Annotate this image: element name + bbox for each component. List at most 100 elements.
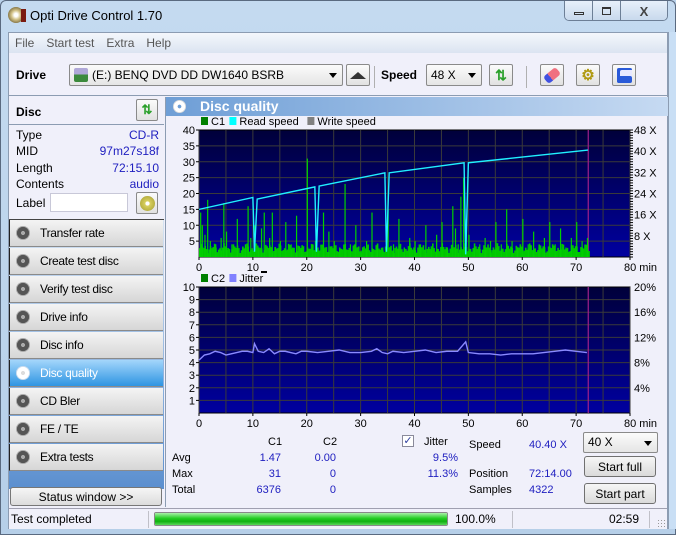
- info-key: MID: [16, 144, 38, 158]
- progress-bar: [154, 512, 448, 526]
- menu-extra[interactable]: Extra: [100, 33, 140, 53]
- refresh-button[interactable]: ⇅: [489, 64, 513, 86]
- nav-disc-info[interactable]: Disc info: [9, 332, 163, 359]
- nav-extra-tests[interactable]: Extra tests: [9, 444, 163, 471]
- c1-bar: [290, 244, 292, 257]
- disc-label-button[interactable]: [136, 192, 158, 214]
- legend-marker: [261, 271, 267, 273]
- c1-bar: [220, 237, 222, 257]
- speed-readout-value: 40.40 X: [529, 439, 567, 451]
- menu-file[interactable]: File: [9, 33, 40, 53]
- save-button[interactable]: [612, 64, 636, 86]
- disc-label-input[interactable]: [50, 193, 128, 212]
- c1-bar: [409, 237, 411, 257]
- avg-jitter-value: 9.5%: [432, 452, 458, 464]
- c1-bar: [201, 225, 203, 257]
- maximize-button[interactable]: [593, 1, 621, 20]
- y-tick-label: 8: [189, 307, 195, 319]
- test-nav-list: Transfer rate Create test disc Verify te…: [9, 219, 164, 489]
- avg-c1-value: 1.47: [259, 452, 281, 464]
- c1-bar: [209, 241, 211, 257]
- info-value: 72:15.10: [112, 161, 159, 175]
- nav-verify-test-disc[interactable]: Verify test disc: [9, 276, 163, 303]
- erase-button[interactable]: [540, 64, 564, 86]
- drive-select[interactable]: (E:) BENQ DVD DD DW1640 BSRB: [69, 64, 343, 86]
- nav-fe-te[interactable]: FE / TE: [9, 416, 163, 443]
- samples-label: Samples: [469, 484, 512, 496]
- menu-start-test[interactable]: Start test: [40, 33, 100, 53]
- c1-bar: [279, 241, 282, 257]
- x-tick-label: 50: [462, 418, 474, 430]
- menu-help[interactable]: Help: [140, 33, 177, 53]
- c1-bar: [543, 237, 545, 257]
- legend-swatch: [201, 117, 208, 125]
- c1-bar: [538, 247, 540, 257]
- close-button[interactable]: X: [621, 1, 667, 20]
- eject-button[interactable]: [346, 64, 370, 86]
- c1-bar: [588, 251, 590, 257]
- minimize-button[interactable]: [565, 1, 593, 20]
- status-window-button[interactable]: Status window >>: [10, 487, 162, 506]
- x-tick-label: 20: [301, 418, 313, 430]
- nav-transfer-rate[interactable]: Transfer rate: [9, 220, 163, 247]
- c1-bar: [285, 222, 287, 257]
- c1-bar: [200, 212, 202, 257]
- jitter-checkbox[interactable]: ✓: [402, 435, 414, 447]
- c1-bar: [576, 222, 578, 257]
- c1-bar: [328, 231, 330, 257]
- y-tick-label: 35: [183, 141, 195, 153]
- c1-bar: [452, 206, 454, 257]
- disc-refresh-button[interactable]: ⇅: [136, 99, 158, 121]
- x-tick-label: 40: [408, 262, 420, 274]
- samples-value: 4322: [529, 484, 554, 496]
- legend-label: Read speed: [239, 116, 298, 128]
- start-part-button[interactable]: Start part: [584, 483, 656, 504]
- c1-bar: [295, 215, 298, 257]
- refresh-icon: ⇅: [141, 102, 153, 117]
- legend-swatch: [229, 117, 237, 125]
- c1-bar: [403, 247, 405, 257]
- toolbar: Drive (E:) BENQ DVD DD DW1640 BSRB Speed…: [9, 54, 667, 96]
- x-tick-label: 70: [570, 418, 582, 430]
- speed-select[interactable]: 48 X: [426, 64, 482, 86]
- disc-quality-panel: Disc quality C1 Read speed Write speed 5 10 1…: [165, 97, 668, 507]
- client-area: File Start test Extra Help Drive (E:) BE…: [8, 32, 668, 529]
- nav-label: Drive info: [40, 310, 88, 324]
- window-controls: X: [564, 1, 668, 21]
- c1-bar: [271, 212, 273, 257]
- total-c1-value: 6376: [256, 484, 281, 496]
- test-speed-select[interactable]: 40 X: [583, 432, 658, 453]
- jitter-stats: ✓ Jitter 9.5% 11.3%: [402, 433, 462, 503]
- nav-drive-info[interactable]: Drive info: [9, 304, 163, 331]
- c1-bar: [454, 228, 457, 257]
- settings-button[interactable]: ⚙: [576, 64, 600, 86]
- legend-label: C2: [211, 273, 225, 285]
- nav-cd-bler[interactable]: CD Bler: [9, 388, 163, 415]
- status-divider: [512, 511, 513, 528]
- c1-bar: [414, 241, 416, 257]
- nav-create-test-disc[interactable]: Create test disc: [9, 248, 163, 275]
- resize-grip-icon[interactable]: [657, 519, 665, 527]
- info-value: audio: [129, 177, 159, 191]
- row-label-max: Max: [172, 468, 193, 480]
- window-border: [668, 32, 676, 529]
- nav-disc-quality[interactable]: Disc quality: [9, 360, 163, 387]
- c1-bar: [376, 244, 378, 257]
- y2-tick-label: 40 X: [634, 146, 657, 158]
- create-disc-icon: [16, 254, 30, 268]
- c1-bar: [215, 244, 217, 257]
- y2-tick-label: 16%: [634, 307, 656, 319]
- left-panel: Disc ⇅ Type CD-R MID 97m27s18f Length 72:15…: [9, 97, 164, 506]
- y-tick-label: 5: [189, 345, 195, 357]
- c1-bar: [460, 196, 462, 257]
- start-full-button[interactable]: Start full: [584, 456, 656, 477]
- x-tick-label: 10: [247, 418, 259, 430]
- y2-tick-label: 4%: [634, 383, 650, 395]
- drive-select-value: (E:) BENQ DVD DD DW1640 BSRB: [92, 68, 285, 82]
- status-bar: Test completed 100.0% 02:59: [9, 508, 667, 529]
- panel-title: Disc quality: [200, 98, 279, 114]
- legend-label: C1: [211, 116, 225, 128]
- y-tick-label: 30: [183, 157, 195, 169]
- y2-tick-label: 8%: [634, 358, 650, 370]
- x-tick-label: 30: [355, 418, 367, 430]
